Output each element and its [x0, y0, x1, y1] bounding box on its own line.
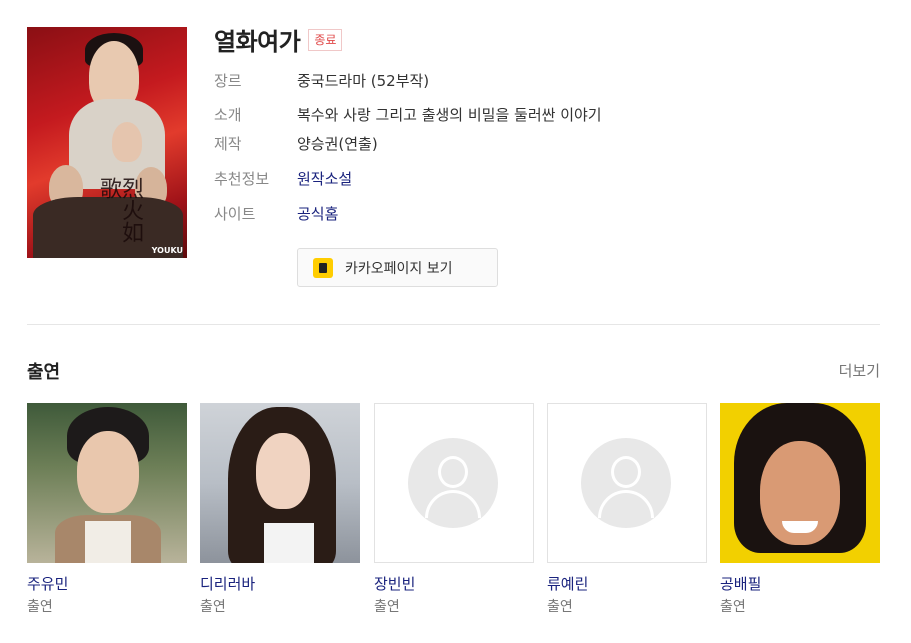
status-badge: 종료: [308, 28, 343, 51]
cast-role: 출연: [547, 599, 573, 615]
cast-card[interactable]: 류예린 출연: [547, 403, 707, 616]
kakaopage-button[interactable]: 카카오페이지 보기: [297, 248, 498, 287]
original-novel-link[interactable]: 원작소설: [297, 168, 352, 189]
cast-role: 출연: [200, 599, 226, 615]
more-link[interactable]: 더보기: [839, 360, 880, 381]
cast-card[interactable]: 공배필 출연: [720, 403, 880, 616]
cast-photo-placeholder[interactable]: [374, 403, 534, 563]
info-value: 중국드라마 (52부작): [297, 72, 430, 90]
cast-photo-placeholder[interactable]: [547, 403, 707, 563]
info-label: 제작: [214, 135, 242, 153]
cast-name[interactable]: 주유민: [27, 574, 187, 594]
info-value: 복수와 사랑 그리고 출생의 비밀을 둘러싼 이야기: [297, 106, 602, 124]
poster-calligraphy: 烈火如歌: [96, 177, 143, 243]
cast-card[interactable]: 주유민 출연: [27, 403, 187, 616]
kakaopage-button-label: 카카오페이지 보기: [345, 260, 453, 277]
cast-role: 출연: [374, 599, 400, 615]
cast-role: 출연: [27, 599, 53, 615]
cast-section-title: 출연: [27, 362, 61, 383]
poster-figure-face: [112, 122, 142, 162]
info-label: 장르: [214, 72, 242, 90]
cast-photo[interactable]: [200, 403, 360, 563]
cast-name[interactable]: 장빈빈: [374, 574, 534, 594]
cast-card[interactable]: 디리러바 출연: [200, 403, 360, 616]
cast-card[interactable]: 장빈빈 출연: [374, 403, 534, 616]
cast-name[interactable]: 디리러바: [200, 574, 360, 594]
info-label: 추천정보: [214, 170, 270, 188]
cast-name[interactable]: 류예린: [547, 574, 707, 594]
title-row: 열화여가 종료: [214, 22, 343, 57]
drama-poster[interactable]: 烈火如歌 YOUKU: [27, 27, 187, 258]
info-value: 양승권(연출): [297, 135, 378, 153]
drama-title: 열화여가: [214, 28, 301, 56]
cast-name[interactable]: 공배필: [720, 574, 880, 594]
section-divider: [27, 324, 880, 325]
kakaopage-icon: [313, 257, 333, 278]
cast-role: 출연: [720, 599, 746, 615]
cast-photo[interactable]: [27, 403, 187, 563]
poster-brand-logo: YOUKU: [151, 246, 183, 255]
cast-photo[interactable]: [720, 403, 880, 563]
info-label: 소개: [214, 106, 242, 124]
official-site-link[interactable]: 공식홈: [297, 203, 338, 224]
info-label: 사이트: [214, 205, 256, 223]
